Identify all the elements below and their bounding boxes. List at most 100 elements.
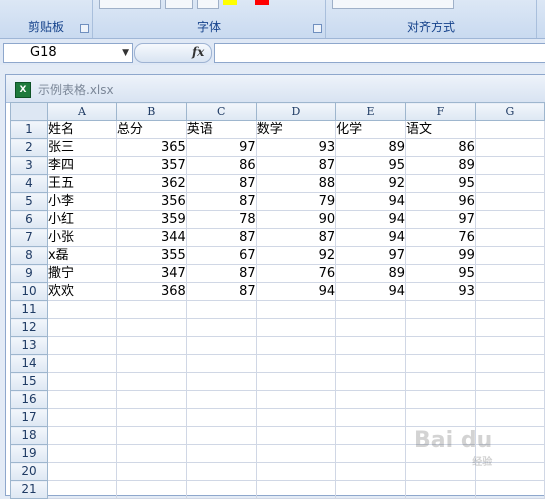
cell[interactable] [405,318,476,337]
cell[interactable] [405,372,476,391]
row-header[interactable]: 6 [10,210,48,229]
row-header[interactable]: 9 [10,264,48,283]
cell[interactable]: 368 [115,282,187,301]
cell[interactable] [46,336,117,355]
cell[interactable] [185,318,257,337]
cell[interactable] [335,372,406,391]
cell[interactable]: 95 [405,174,476,193]
cell[interactable]: 344 [115,228,187,247]
cell[interactable] [474,354,545,373]
border-button[interactable] [197,0,219,9]
cell[interactable] [185,426,257,445]
cell[interactable] [185,408,257,427]
cell[interactable] [474,156,545,175]
cell[interactable]: 87 [185,192,257,211]
cell[interactable]: 365 [115,138,187,157]
cell[interactable]: 67 [185,246,257,265]
cell[interactable]: 英语 [185,120,257,139]
cell[interactable] [115,408,187,427]
cell[interactable]: 88 [255,174,337,193]
cell[interactable]: 76 [255,264,337,283]
cell[interactable] [474,210,545,229]
row-header[interactable]: 7 [10,228,48,247]
cell[interactable] [255,426,337,445]
cell[interactable] [474,318,545,337]
cell[interactable] [474,246,545,265]
cell[interactable]: 87 [185,282,257,301]
cell[interactable] [255,372,337,391]
cell[interactable]: 总分 [115,120,187,139]
cell[interactable] [185,336,257,355]
cell[interactable] [474,138,545,157]
alignment-buttons[interactable] [332,0,454,9]
cell[interactable]: 78 [185,210,257,229]
cell[interactable] [115,426,187,445]
cell[interactable] [474,408,545,427]
cell[interactable]: 小李 [46,192,117,211]
cell[interactable] [115,318,187,337]
cell[interactable] [115,462,187,481]
cell[interactable]: 89 [335,138,406,157]
cell[interactable] [46,390,117,409]
cell[interactable]: 92 [335,174,406,193]
cell[interactable] [405,408,476,427]
cell[interactable] [46,372,117,391]
cell[interactable]: 79 [255,192,337,211]
cell[interactable]: 94 [335,228,406,247]
cell[interactable] [255,336,337,355]
cell[interactable] [405,300,476,319]
cell[interactable] [474,192,545,211]
cell[interactable]: 95 [335,156,406,175]
cell[interactable] [255,462,337,481]
cell[interactable] [185,462,257,481]
cell[interactable] [335,408,406,427]
cell[interactable]: 87 [255,156,337,175]
row-header[interactable]: 1 [10,120,48,139]
column-header-c[interactable]: C [185,102,257,121]
row-header[interactable]: 14 [10,354,48,373]
cell[interactable]: 93 [255,138,337,157]
cell[interactable] [335,426,406,445]
cell[interactable]: 92 [255,246,337,265]
cell[interactable] [405,354,476,373]
cell[interactable]: 撒宁 [46,264,117,283]
cell[interactable] [255,318,337,337]
cell[interactable]: 87 [255,228,337,247]
cell[interactable]: 95 [405,264,476,283]
cell[interactable]: 97 [335,246,406,265]
column-header-a[interactable]: A [46,102,117,121]
cell[interactable] [255,408,337,427]
cell[interactable]: 355 [115,246,187,265]
row-header[interactable]: 19 [10,444,48,463]
cell[interactable] [405,480,476,499]
cell[interactable]: 362 [115,174,187,193]
cell[interactable] [335,318,406,337]
font-name-dropdown[interactable] [99,0,161,9]
cell[interactable] [335,480,406,499]
cell[interactable]: 小红 [46,210,117,229]
font-size-dropdown[interactable] [165,0,193,9]
row-header[interactable]: 2 [10,138,48,157]
cell[interactable]: 96 [405,192,476,211]
cell[interactable]: 94 [255,282,337,301]
cell[interactable] [46,318,117,337]
cell[interactable] [46,354,117,373]
cell[interactable] [115,372,187,391]
cell[interactable]: 94 [335,192,406,211]
cell[interactable]: 张三 [46,138,117,157]
font-dialog-launcher-icon[interactable] [313,24,322,33]
row-header[interactable]: 4 [10,174,48,193]
row-header[interactable]: 20 [10,462,48,481]
cell[interactable] [474,282,545,301]
column-header-b[interactable]: B [115,102,187,121]
cell[interactable] [255,480,337,499]
cell[interactable] [474,228,545,247]
cell[interactable] [474,300,545,319]
cell[interactable]: 89 [405,156,476,175]
cell[interactable]: 76 [405,228,476,247]
row-header[interactable]: 12 [10,318,48,337]
cell[interactable]: 86 [185,156,257,175]
select-all-corner[interactable] [10,102,48,121]
cell[interactable] [335,390,406,409]
cell[interactable] [405,336,476,355]
